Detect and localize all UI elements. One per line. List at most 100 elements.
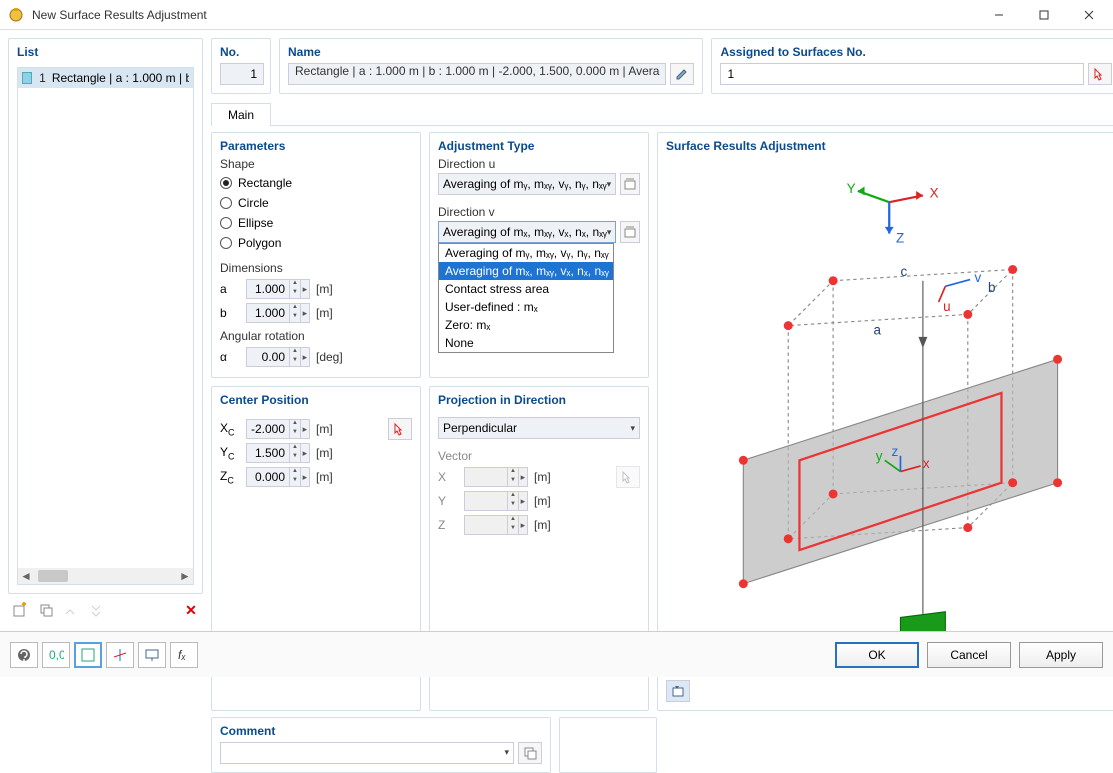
comment-spacer [559, 717, 657, 773]
dir-u-settings-button[interactable] [620, 173, 640, 195]
a-unit: [m] [316, 282, 333, 296]
pick-vector-button [616, 466, 640, 488]
center-title: Center Position [220, 393, 412, 407]
list-item-icon [22, 72, 32, 84]
cancel-button[interactable]: Cancel [927, 642, 1011, 668]
axes-button[interactable] [106, 642, 134, 668]
projection-title: Projection in Direction [438, 393, 640, 407]
svg-text:0,00: 0,00 [49, 648, 64, 662]
dir-v-label: Direction v [438, 205, 640, 219]
assigned-label: Assigned to Surfaces No. [720, 45, 1112, 59]
svg-text:X: X [930, 186, 939, 201]
adjustment-title: Adjustment Type [438, 139, 640, 153]
list-item-label: Rectangle | a : 1.000 m | b : 1.00 [52, 71, 189, 85]
vec-x-label: X [438, 470, 458, 484]
svg-text:fₓ: fₓ [178, 648, 186, 662]
pick-surface-button[interactable] [1088, 63, 1112, 85]
toolbar-btn-3[interactable] [60, 598, 84, 622]
svg-text:y: y [876, 448, 883, 463]
preview-refresh-button[interactable] [666, 680, 690, 702]
tabstrip: Main [211, 102, 1113, 126]
shape-circle[interactable]: Circle [220, 193, 412, 213]
list-toolbar: ✕ [8, 594, 203, 622]
name-input[interactable]: Rectangle | a : 1.000 m | b : 1.000 m | … [288, 63, 666, 85]
list-body[interactable]: 1 Rectangle | a : 1.000 m | b : 1.00 ◄ ► [17, 67, 194, 585]
b-label: b [220, 306, 240, 320]
a-label: a [220, 282, 240, 296]
list-item[interactable]: 1 Rectangle | a : 1.000 m | b : 1.00 [18, 68, 193, 88]
zc-input[interactable]: ▲▼▸ [246, 467, 310, 487]
shape-rectangle[interactable]: Rectangle [220, 173, 412, 193]
dir-u-combo[interactable]: Averaging of mᵧ, mₓᵧ, vᵧ, nᵧ, nₓᵧ ▾ [438, 173, 616, 195]
vec-z-input: ▲▼▸ [464, 515, 528, 535]
dir-v-settings-button[interactable] [620, 221, 640, 243]
shape-polygon[interactable]: Polygon [220, 233, 412, 253]
alpha-input[interactable]: ▲▼▸ [246, 347, 310, 367]
delete-item-button[interactable]: ✕ [179, 598, 203, 622]
vec-x-unit: [m] [534, 470, 551, 484]
dir-v-combo[interactable]: Averaging of mₓ, mₓᵧ, vₓ, nₓ, nₓᵧ ▾ [438, 221, 616, 243]
svg-text:x: x [923, 456, 930, 471]
b-unit: [m] [316, 306, 333, 320]
dir-v-dropdown[interactable]: Averaging of mᵧ, mₓᵧ, vᵧ, nᵧ, nₓᵧ Averag… [438, 243, 614, 353]
help-button[interactable] [10, 642, 38, 668]
yc-input[interactable]: ▲▼▸ [246, 443, 310, 463]
assigned-input[interactable] [720, 63, 1084, 85]
maximize-button[interactable] [1021, 0, 1066, 30]
name-label: Name [288, 45, 694, 59]
list-panel: List 1 Rectangle | a : 1.000 m | b : 1.0… [8, 38, 203, 594]
svg-text:z: z [891, 444, 898, 459]
a-input[interactable]: ▲▼▸ [246, 279, 310, 299]
list-hscrollbar[interactable]: ◄ ► [18, 568, 193, 584]
no-group: No. [211, 38, 271, 94]
close-button[interactable] [1066, 0, 1111, 30]
dir-v-option[interactable]: Contact stress area [439, 280, 613, 298]
svg-text:b: b [988, 280, 995, 295]
svg-text:u: u [943, 299, 950, 314]
apply-button[interactable]: Apply [1019, 642, 1103, 668]
view-mode-button[interactable] [74, 642, 102, 668]
units-button[interactable]: 0,00 [42, 642, 70, 668]
dir-v-option[interactable]: User-defined : mₓ [439, 298, 613, 316]
shape-ellipse[interactable]: Ellipse [220, 213, 412, 233]
vec-x-input: ▲▼▸ [464, 467, 528, 487]
list-item-num: 1 [38, 71, 46, 85]
preview-title: Surface Results Adjustment [666, 139, 1112, 153]
function-button[interactable]: fₓ [170, 642, 198, 668]
svg-text:Z: Z [896, 231, 904, 246]
edit-name-button[interactable] [670, 63, 694, 85]
toolbar-btn-4[interactable] [86, 598, 110, 622]
dir-v-option[interactable]: Zero: mₓ [439, 316, 613, 334]
display-button[interactable] [138, 642, 166, 668]
preview-canvas[interactable]: X Y Z [666, 157, 1112, 674]
b-input[interactable]: ▲▼▸ [246, 303, 310, 323]
dir-v-option[interactable]: Averaging of mₓ, mₓᵧ, vₓ, nₓ, nₓᵧ [439, 262, 613, 280]
alpha-label: α [220, 350, 240, 364]
chevron-down-icon: ▾ [630, 423, 635, 434]
comment-combo[interactable]: ▾ [220, 742, 514, 764]
dir-v-option[interactable]: Averaging of mᵧ, mₓᵧ, vᵧ, nᵧ, nₓᵧ [439, 244, 613, 262]
xc-input[interactable]: ▲▼▸ [246, 419, 310, 439]
assigned-group: Assigned to Surfaces No. [711, 38, 1113, 94]
ok-button[interactable]: OK [835, 642, 919, 668]
projection-combo[interactable]: Perpendicular ▾ [438, 417, 640, 439]
comment-library-button[interactable] [518, 742, 542, 764]
vec-z-unit: [m] [534, 518, 551, 532]
name-group: Name Rectangle | a : 1.000 m | b : 1.000… [279, 38, 703, 94]
preview-group: Surface Results Adjustment X Y Z [657, 132, 1113, 711]
dir-v-option[interactable]: None [439, 334, 613, 352]
copy-item-button[interactable] [34, 598, 58, 622]
parameters-group: Parameters Shape Rectangle Circle Ellips… [211, 132, 421, 378]
adjustment-group: Adjustment Type Direction u Averaging of… [429, 132, 649, 378]
parameters-title: Parameters [220, 139, 412, 153]
tab-main[interactable]: Main [211, 103, 271, 126]
vector-label: Vector [438, 449, 640, 463]
svg-text:v: v [975, 270, 982, 285]
minimize-button[interactable] [976, 0, 1021, 30]
no-input[interactable] [220, 63, 264, 85]
window-title: New Surface Results Adjustment [32, 8, 976, 22]
new-item-button[interactable] [8, 598, 32, 622]
no-label: No. [220, 45, 262, 59]
pick-center-button[interactable] [388, 418, 412, 440]
vec-z-label: Z [438, 518, 458, 532]
